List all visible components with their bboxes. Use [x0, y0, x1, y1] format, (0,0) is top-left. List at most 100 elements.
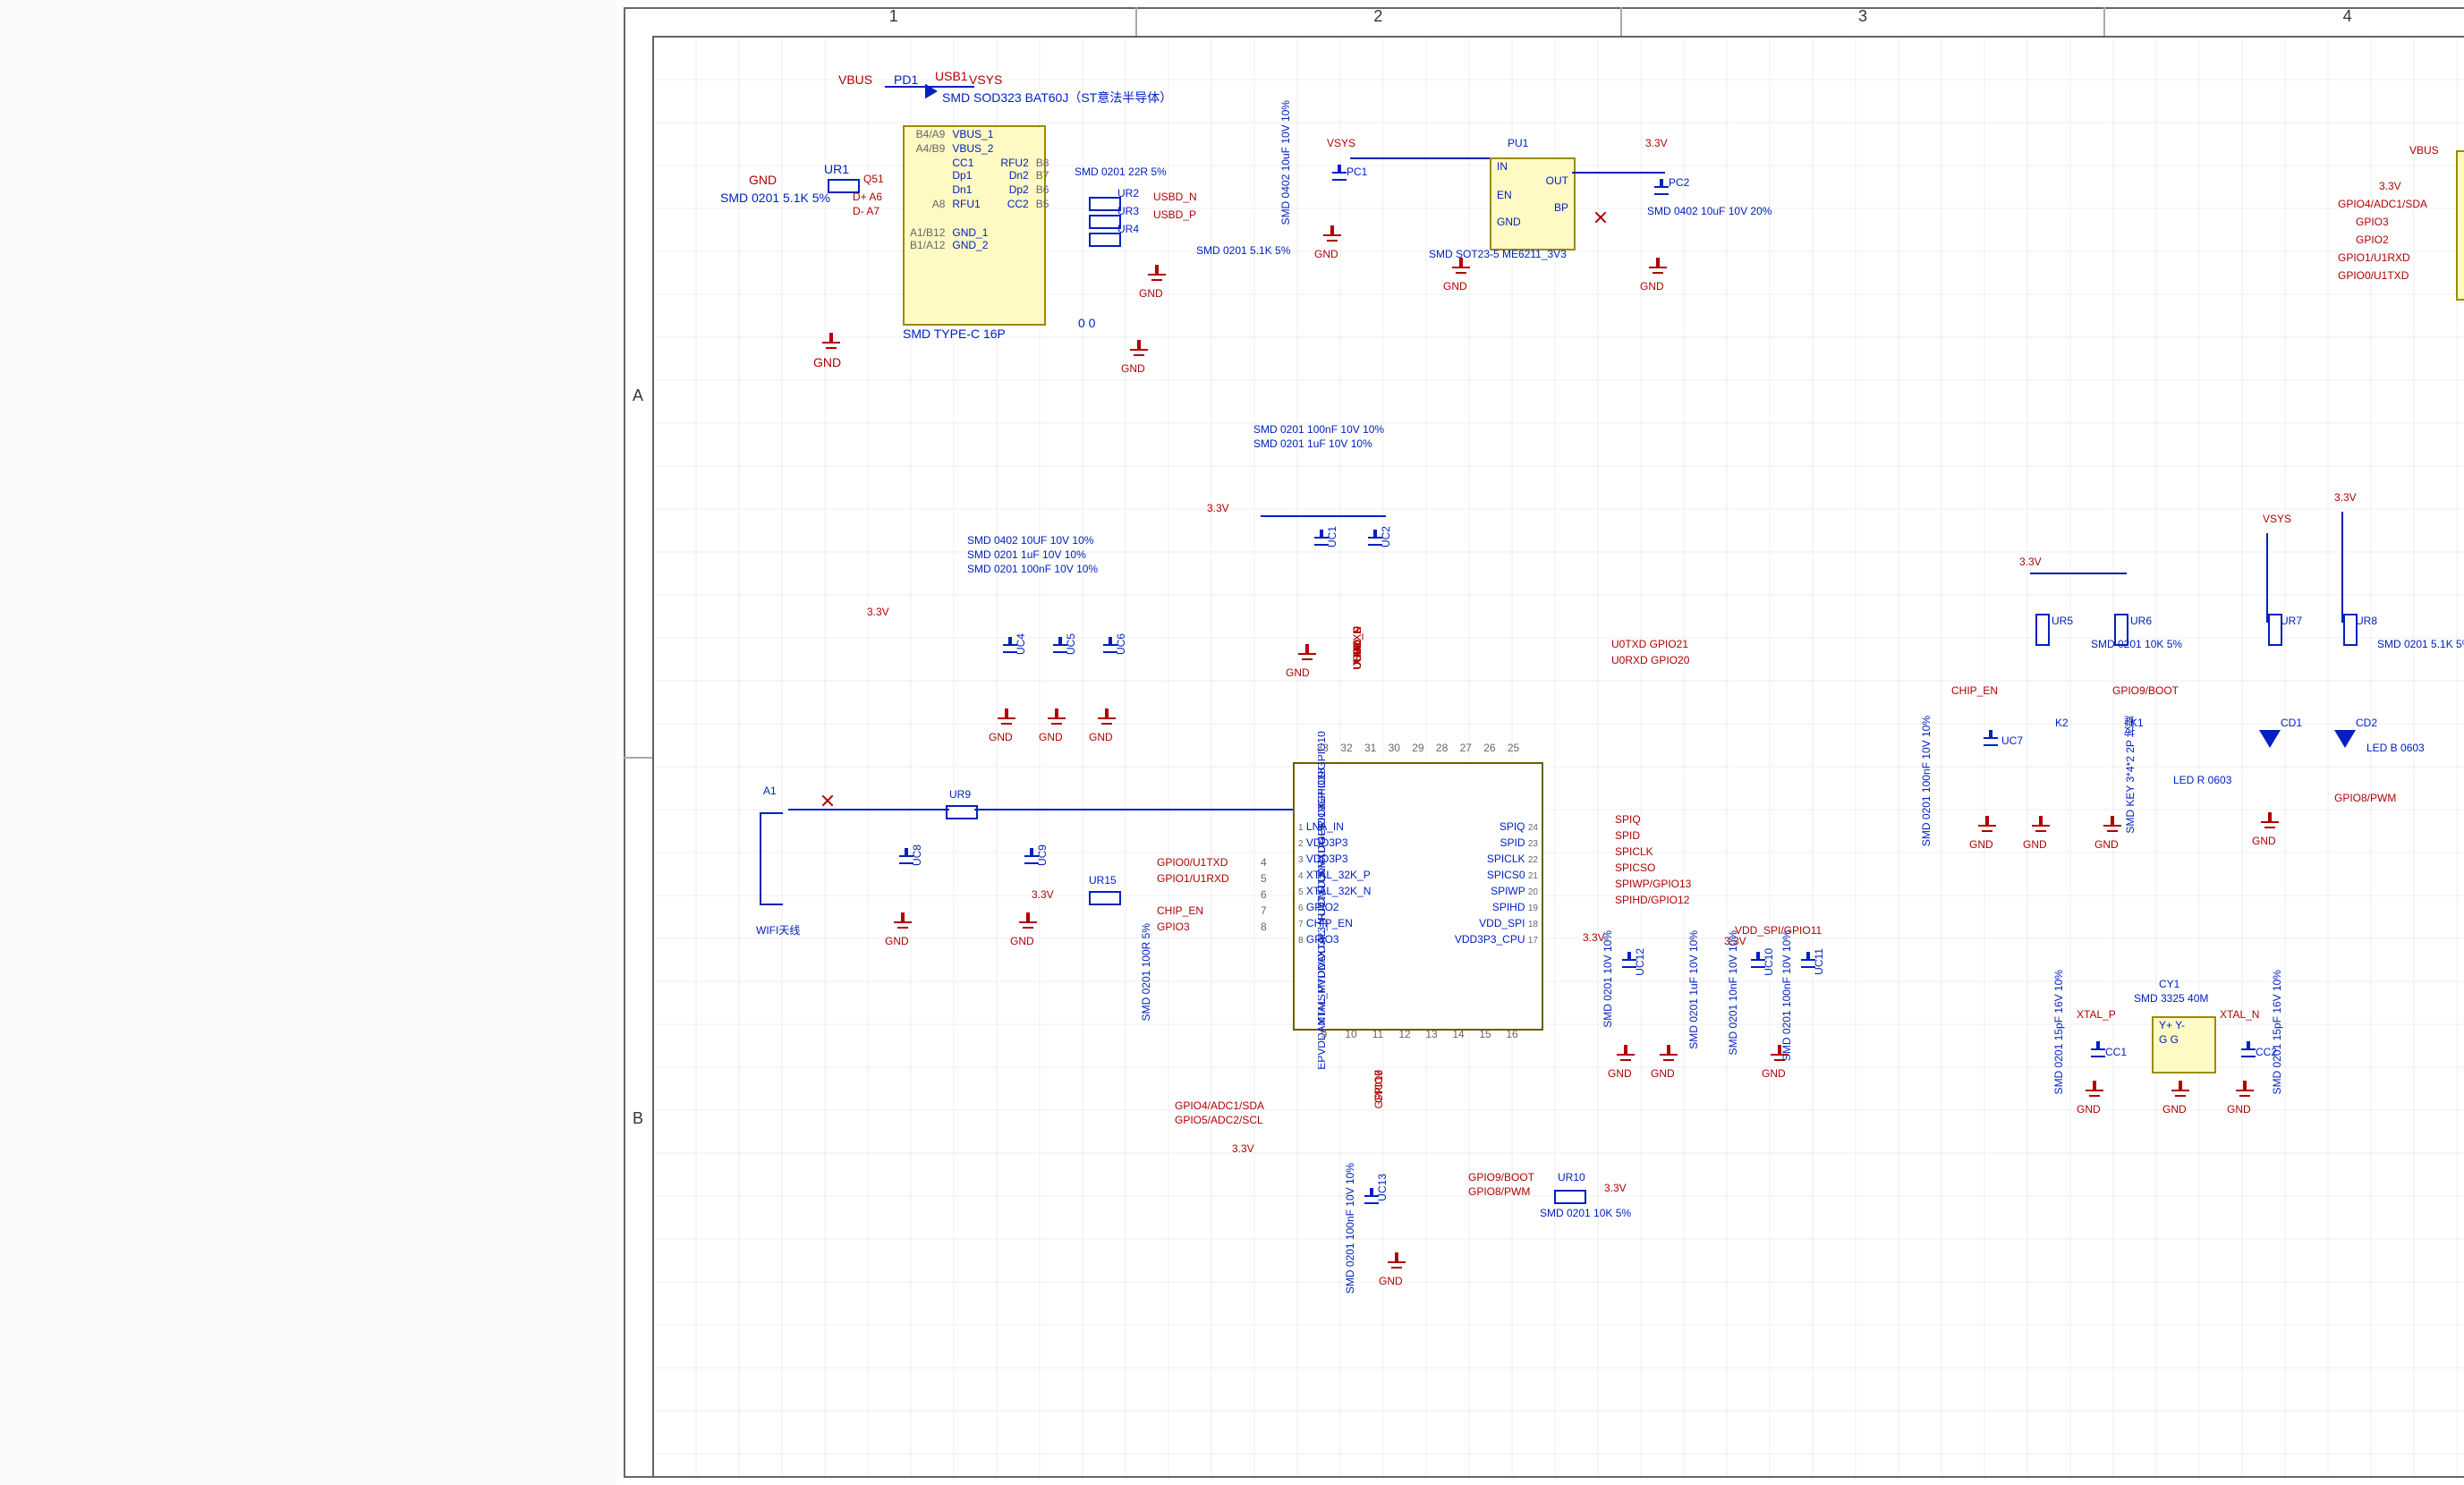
net-3v3-ic: 3.3V: [1032, 891, 1054, 903]
uc5-cap: [1053, 637, 1067, 662]
col-4: 4: [2105, 7, 2464, 36]
ur10-resistor: [1554, 1190, 1586, 1204]
line-vsys-led: [2266, 533, 2268, 623]
net-vsys-2: VSYS: [1327, 140, 1355, 151]
ref-ur1: UR1: [824, 165, 849, 178]
3v3-mid: 3.3V: [1207, 505, 1229, 516]
gnd-uc7-label: GND: [1969, 841, 1993, 853]
cap-values-2: SMD 0201 1uF 10V 10%: [1253, 440, 1372, 452]
gnd-uc9-label: GND: [1010, 938, 1034, 949]
rnet-1: SPID: [1615, 832, 1640, 844]
ref-ur3: UR3: [1117, 208, 1139, 219]
net-3v3: 3.3V: [1645, 140, 1668, 151]
pd1-value: SMD SOD323 BAT60J（ST意法半导体）: [942, 93, 1172, 106]
gnd-uc8-label: GND: [885, 938, 909, 949]
ref-ur7: UR7: [2281, 617, 2302, 629]
ref-uc5: UC5: [1067, 633, 1079, 655]
bb2-0: GPIO9/BOOT: [1468, 1174, 1534, 1185]
gnd-uc8: [892, 912, 913, 934]
net-xtal-n: XTAL_N: [2220, 1011, 2259, 1023]
pinnum-4: 4: [1261, 859, 1267, 870]
uc13-cap: [1364, 1188, 1379, 1213]
usb-c-connector-block: B4/A9 A4/B9 A8 A1/B12 B1/A12 VBUS_1 VBUS…: [903, 125, 1046, 326]
gnd-cy1-label: GND: [2162, 1106, 2187, 1117]
gnd-k2-label: GND: [2023, 841, 2047, 853]
uc9-cap: [1024, 848, 1039, 873]
gnd-rc2: [1769, 1045, 1790, 1066]
line-pu1-3v3: [1572, 172, 1665, 174]
gnd-uc5: [1046, 709, 1067, 730]
net-lbl-1: GPIO1/U1RXD: [1157, 875, 1229, 887]
u0-pair-0: U0TXD GPIO21: [1611, 641, 1688, 652]
main-ic: 1 LNA_IN 2 VDD3P3 3 VDD3P3 4 XTAL_32K_P …: [1293, 762, 1543, 1031]
gnd-cy1: [2170, 1081, 2191, 1102]
ur3-resistor: [1089, 215, 1121, 229]
gnd-ucx: [1296, 644, 1318, 666]
pu1-block: IN OUT EN BP GND: [1490, 157, 1576, 250]
col-2: 2: [1136, 7, 1621, 36]
ur1-resistor: [828, 179, 860, 193]
usb-dp: D+ A6: [853, 193, 882, 205]
ur6-value: SMD 0201 10K 5%: [2091, 641, 2182, 652]
crystal-block: Y+ Y- G G: [2152, 1016, 2216, 1073]
led-net: GPIO8/PWM: [2334, 794, 2396, 806]
bb-0: GPIO4/ADC1/SDA: [1175, 1102, 1264, 1114]
line-vbus: [885, 86, 974, 88]
uc4-cap: [1003, 637, 1017, 662]
h2-n2: 3.3V: [2379, 182, 2401, 194]
gnd-uc6: [1096, 709, 1117, 730]
cd2-led-icon: [2334, 730, 2356, 748]
3v3-ur10: 3.3V: [1604, 1184, 1627, 1196]
ur2-value: SMD 0201 22R 5%: [1075, 168, 1167, 180]
ur9-resistor: [946, 805, 978, 819]
wifi-ant: WIFI天线: [756, 927, 800, 938]
gnd-ur4-label: GND: [1139, 290, 1163, 301]
ic-bottom-pins: MTMS MTDI VDD3P3_RTC MTCK MTDO GPIO8 GPI…: [1316, 731, 1520, 1025]
uc5-value: SMD 0201 1uF 10V 10%: [967, 551, 1086, 563]
net-xtal-p: XTAL_P: [2077, 1011, 2116, 1023]
cc2-cap: [2241, 1041, 2256, 1066]
gnd-ucx-label: GND: [1286, 669, 1310, 681]
ref-uc6: UC6: [1117, 633, 1129, 655]
gnd-cc1: [2084, 1081, 2105, 1102]
ic-bottom-nums: 9 10 11 12 13 14 15 16: [1311, 1031, 1525, 1041]
gnd-zero: [1128, 340, 1150, 361]
ic-top-nums: 33 32 31 30 29 28 27 26 25: [1311, 744, 1525, 755]
gnd-uc5-label: GND: [1039, 734, 1063, 745]
usb-left-pins: B4/A9 A4/B9 A8 A1/B12 B1/A12: [910, 131, 945, 256]
rnet-7: VDD_SPI/GPIO11: [1735, 927, 1822, 938]
gnd-uc9: [1017, 912, 1039, 934]
gnd-pu1-out: [1647, 258, 1669, 279]
cc1-value: SMD 0201 15pF 16V 10%: [2055, 970, 2067, 1094]
pinnum-5: 5: [1261, 875, 1267, 887]
pc2-cap: [1654, 179, 1669, 204]
ref-uc7: UC7: [2001, 737, 2023, 749]
zero-symbol: 0 0: [1078, 318, 1095, 332]
net-lbl-3: CHIP_EN: [1157, 907, 1203, 919]
usb-right-names: RFU2 Dn2 Dp2 CC2: [1000, 131, 1028, 256]
gnd-usb-label: GND: [813, 358, 841, 371]
ur5-resistor: [2035, 614, 2050, 646]
uc4-value: SMD 0402 10UF 10V 10%: [967, 537, 1093, 548]
pc1-cap: [1332, 165, 1347, 190]
gnd-pu1-label: GND: [1443, 283, 1467, 294]
k1-value: SMD KEY 3*4*2 2P 按键: [2127, 716, 2138, 834]
rc-val0: SMD 0201 10V 10%: [1604, 930, 1616, 1028]
gnd-cd1-label: GND: [2252, 837, 2276, 849]
ref-uc10: UC10: [1765, 948, 1777, 976]
ref-ur9: UR9: [949, 791, 971, 802]
3v3-led: 3.3V: [2334, 494, 2357, 505]
rnet-5: SPIHD/GPIO12: [1615, 896, 1689, 908]
h2-n0: VBUS: [2409, 147, 2439, 158]
top-cap-values: SMD 0402 10uF 10V 10%: [1282, 100, 1294, 225]
3v3-left: 3.3V: [867, 608, 889, 620]
uc1-cap: [1314, 530, 1329, 555]
cd2-value: LED B 0603: [2366, 744, 2425, 756]
gnd-uc6-label: GND: [1089, 734, 1113, 745]
3v3-btm: 3.3V: [1232, 1145, 1254, 1157]
cap-values-1: SMD 0201 100nF 10V 10%: [1253, 426, 1384, 437]
uc7-cap: [1984, 730, 1998, 755]
ref-pc2: PC2: [1669, 179, 1689, 191]
gnd-ur4: [1146, 265, 1168, 286]
col-1: 1: [652, 7, 1137, 36]
